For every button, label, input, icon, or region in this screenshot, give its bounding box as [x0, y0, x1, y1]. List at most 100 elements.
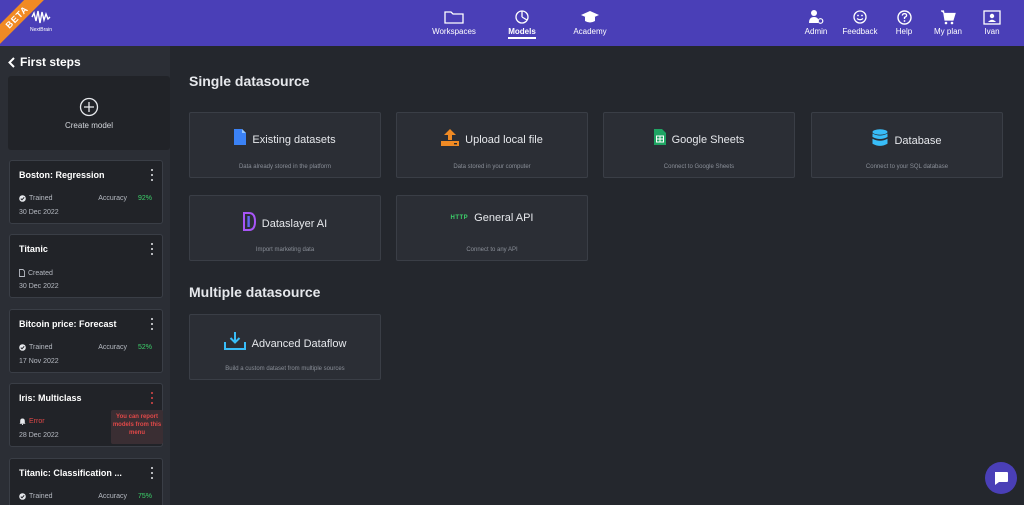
nav-workspaces[interactable]: Workspaces [420, 8, 488, 40]
top-bar: BETA NextBrain Workspaces Models Academy [0, 0, 1024, 46]
nav-my-plan[interactable]: My plan [926, 8, 970, 40]
folder-icon [444, 8, 464, 26]
upload-icon [441, 129, 460, 151]
nav-my-plan-label: My plan [933, 27, 962, 36]
kebab-menu-icon[interactable] [149, 392, 155, 404]
main-nav: Workspaces Models Academy [420, 8, 624, 44]
question-circle-icon [896, 8, 912, 26]
datasource-title: Upload local file [465, 134, 543, 146]
nav-models[interactable]: Models [488, 8, 556, 40]
model-status: Trained [19, 344, 52, 351]
google-sheets-icon [653, 129, 666, 150]
nav-feedback-label: Feedback [842, 27, 878, 36]
datasource-title: Existing datasets [252, 133, 336, 146]
datasource-existing-datasets[interactable]: Existing datasets Data already stored in… [189, 112, 381, 178]
graduation-cap-icon [580, 8, 600, 26]
datasource-title: General API [474, 212, 534, 224]
datasource-google-sheets[interactable]: Google Sheets Connect to Google Sheets [603, 112, 795, 178]
model-status: Error [19, 418, 45, 425]
first-steps-back[interactable]: First steps [8, 55, 81, 69]
nextbrain-logo[interactable]: NextBrain [26, 8, 56, 42]
dataflow-download-icon [223, 331, 246, 356]
user-card-icon [983, 8, 1001, 26]
datasource-advanced-dataflow[interactable]: Advanced Dataflow Build a custom dataset… [189, 314, 381, 380]
cart-icon [940, 8, 956, 26]
single-datasource-title: Single datasource [189, 73, 310, 89]
plus-circle-icon [79, 97, 99, 116]
pie-chart-icon [515, 8, 529, 26]
model-status: Created [19, 269, 53, 277]
brain-logo-icon [31, 10, 51, 24]
model-card[interactable]: Titanic: Classification ... Trained Accu… [9, 458, 163, 505]
datasource-subtitle: Import marketing data [255, 247, 315, 253]
create-model-button[interactable]: Create model [8, 76, 170, 150]
model-status: Trained [19, 493, 52, 500]
datasource-subtitle: Connect to any API [466, 247, 518, 253]
accuracy-value: 52% [137, 344, 152, 351]
model-date: 17 Nov 2022 [19, 358, 59, 365]
admin-user-gear-icon [808, 8, 824, 26]
datasource-general-api[interactable]: HTTP General API Connect to any API [396, 195, 588, 261]
nav-user-profile[interactable]: Ivan [970, 8, 1014, 40]
kebab-menu-icon[interactable] [149, 467, 155, 479]
datasource-subtitle: Build a custom dataset from multiple sou… [225, 366, 345, 372]
datasource-title: Dataslayer AI [261, 218, 328, 230]
first-steps-title: First steps [20, 55, 81, 69]
create-model-label: Create model [64, 120, 114, 130]
model-status-text: Error [29, 418, 45, 425]
http-badge-icon: HTTP [450, 215, 469, 221]
datasource-title: Database [894, 134, 942, 147]
nav-feedback[interactable]: Feedback [838, 8, 882, 40]
datasource-subtitle: Connect to Google Sheets [663, 164, 735, 170]
kebab-menu-icon[interactable] [149, 169, 155, 181]
nav-admin[interactable]: Admin [794, 8, 838, 40]
accuracy-label: Accuracy [98, 344, 127, 351]
check-circle-icon [19, 493, 26, 500]
datasource-title: Advanced Dataflow [251, 337, 347, 350]
dataslayer-logo-icon [242, 212, 256, 236]
datasource-title: Google Sheets [671, 133, 745, 146]
kebab-menu-icon[interactable] [149, 318, 155, 330]
nav-user-name: Ivan [984, 27, 1000, 36]
chat-bubble-icon [995, 471, 1008, 485]
model-name: Iris: Multiclass [19, 393, 82, 403]
model-name: Bitcoin price: Forecast [19, 319, 117, 329]
logo-text: NextBrain [30, 27, 52, 33]
model-name: Titanic [19, 244, 48, 254]
user-nav: Admin Feedback Help My plan Ivan [794, 8, 1014, 44]
datasource-upload-local-file[interactable]: Upload local file Data stored in your co… [396, 112, 588, 178]
datasource-subtitle: Data already stored in the platform [238, 164, 332, 170]
datasource-dataslayer-ai[interactable]: Dataslayer AI Import marketing data [189, 195, 381, 261]
model-status-text: Trained [29, 344, 53, 351]
model-status: Trained [19, 195, 52, 202]
model-card[interactable]: Boston: Regression Trained Accuracy 92% … [9, 160, 163, 224]
kebab-menu-icon[interactable] [149, 243, 155, 255]
model-name: Titanic: Classification ... [19, 468, 122, 478]
file-icon [234, 129, 247, 150]
nav-workspaces-label: Workspaces [432, 27, 476, 36]
chevron-left-icon [8, 56, 15, 68]
model-date: 28 Dec 2022 [19, 432, 59, 439]
model-date: 30 Dec 2022 [19, 283, 59, 290]
nav-help-label: Help [895, 27, 913, 36]
model-status-text: Created [28, 269, 53, 277]
accuracy-value: 75% [137, 493, 152, 500]
model-date: 30 Dec 2022 [19, 209, 59, 216]
smile-icon [853, 8, 867, 26]
chat-support-button[interactable] [985, 462, 1017, 494]
accuracy-label: Accuracy [98, 493, 127, 500]
nav-academy[interactable]: Academy [556, 8, 624, 40]
accuracy-label: Accuracy [98, 195, 127, 202]
nav-help[interactable]: Help [882, 8, 926, 40]
multiple-datasource-title: Multiple datasource [189, 284, 321, 300]
nav-academy-label: Academy [573, 27, 607, 36]
model-card[interactable]: Titanic Created 30 Dec 2022 [9, 234, 163, 298]
check-circle-icon [19, 195, 26, 202]
bell-icon [19, 418, 26, 425]
datasource-subtitle: Connect to your SQL database [865, 164, 949, 170]
document-icon [19, 269, 25, 277]
model-card[interactable]: Bitcoin price: Forecast Trained Accuracy… [9, 309, 163, 373]
datasource-database[interactable]: Database Connect to your SQL database [811, 112, 1003, 178]
model-status-text: Trained [29, 195, 53, 202]
model-name: Boston: Regression [19, 170, 105, 180]
